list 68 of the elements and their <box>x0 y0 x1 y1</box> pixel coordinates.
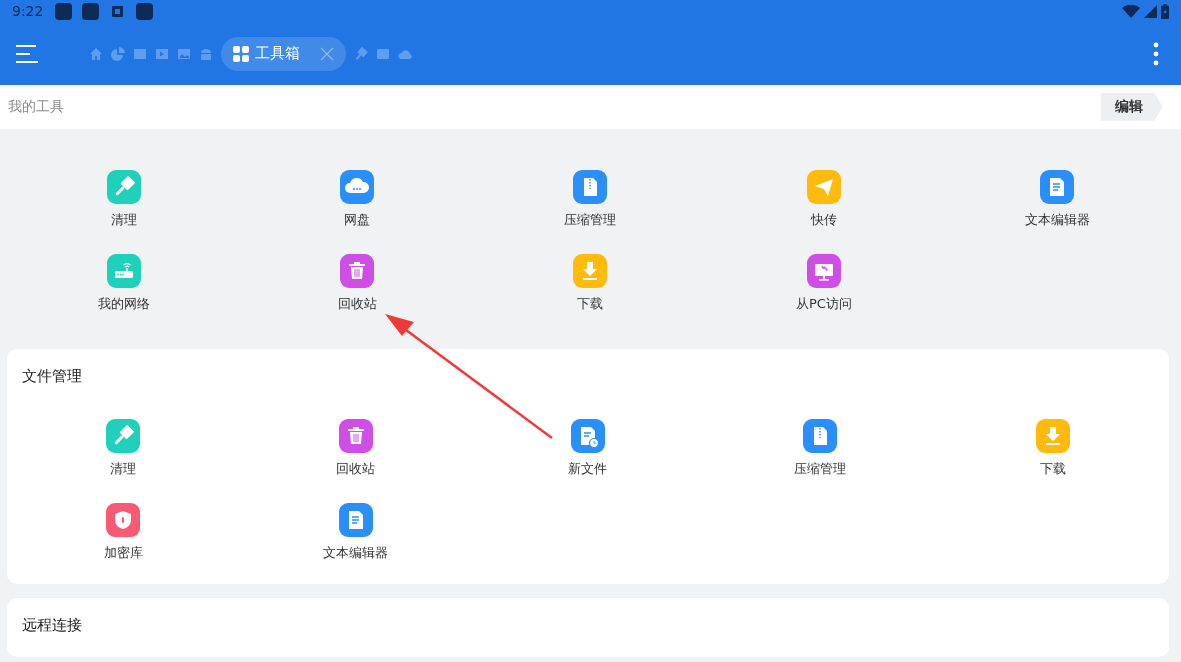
tool-label: 新文件 <box>568 460 608 478</box>
notification-icon <box>55 2 73 20</box>
video-tab-icon[interactable] <box>155 46 169 61</box>
tool-item[interactable]: 回收站 <box>240 254 474 313</box>
tool-item[interactable]: 压缩管理 <box>473 170 708 229</box>
tool-item[interactable]: 下载 <box>936 419 1169 478</box>
tool-label: 下载 <box>1039 460 1066 478</box>
tool-item[interactable]: 文本编辑器 <box>239 503 472 562</box>
download-icon <box>573 254 608 288</box>
download-icon <box>1035 419 1070 453</box>
section-title: 远程连接 <box>21 616 83 635</box>
wifi-icon <box>1122 4 1140 18</box>
brush-icon <box>106 170 141 204</box>
tool-label: 下载 <box>577 295 604 313</box>
image-tab-icon[interactable] <box>177 46 191 61</box>
tool-label: 快传 <box>810 211 837 229</box>
tool-item[interactable]: 清理 <box>7 170 241 229</box>
section-title: 我的工具 <box>8 98 64 116</box>
notification-icon <box>82 2 100 20</box>
tool-item[interactable]: 网盘 <box>240 170 474 229</box>
tool-label: 我的网络 <box>97 295 150 313</box>
tool-label: 文本编辑器 <box>1024 211 1090 229</box>
edit-button[interactable]: 编辑 <box>1101 93 1163 121</box>
tool-label: 清理 <box>110 460 137 478</box>
battery-icon <box>1161 3 1169 19</box>
zip-file-icon <box>573 170 608 204</box>
section-title: 文件管理 <box>21 367 83 386</box>
signal-icon <box>1144 4 1157 18</box>
tool-label: 回收站 <box>337 295 377 313</box>
tool-item[interactable]: 加密库 <box>7 503 240 562</box>
broom-tab-icon[interactable] <box>354 46 368 61</box>
tool-item[interactable]: 新文件 <box>471 419 705 478</box>
document-icon <box>338 503 373 537</box>
tool-item[interactable]: 我的网络 <box>7 254 241 313</box>
document-clock-icon <box>571 419 605 453</box>
router-icon <box>106 254 141 288</box>
close-icon[interactable] <box>320 46 334 61</box>
home-tab-icon[interactable] <box>89 46 103 61</box>
tool-label: 压缩管理 <box>794 460 847 478</box>
tool-item[interactable]: 文本编辑器 <box>940 170 1174 229</box>
cloud-icon <box>340 170 375 204</box>
notification-icon <box>136 2 154 20</box>
tool-item[interactable]: 下载 <box>473 254 708 313</box>
document-icon <box>1040 170 1075 204</box>
shield-icon <box>106 503 141 537</box>
trash-icon <box>338 419 373 453</box>
tool-label: 清理 <box>110 211 137 229</box>
tool-item[interactable]: 从PC访问 <box>707 254 941 313</box>
tool-item[interactable]: 清理 <box>7 419 240 478</box>
menu-icon[interactable] <box>15 42 39 65</box>
monitor-icon <box>806 254 841 288</box>
paper-plane-icon <box>806 170 841 204</box>
tool-label: 压缩管理 <box>564 211 617 229</box>
tool-label: 网盘 <box>344 211 371 229</box>
tool-label: 回收站 <box>336 460 376 478</box>
tool-item[interactable]: 压缩管理 <box>704 419 937 478</box>
tool-label: 从PC访问 <box>795 295 852 313</box>
trash-icon <box>340 254 375 288</box>
brush-icon <box>106 419 141 453</box>
tool-item[interactable]: 回收站 <box>239 419 472 478</box>
chart-tab-icon[interactable] <box>111 46 125 61</box>
tool-label: 文本编辑器 <box>323 544 389 562</box>
more-options-icon[interactable] <box>1153 41 1159 66</box>
grid-icon <box>233 45 249 62</box>
tool-label: 加密库 <box>103 544 143 562</box>
zip-file-icon <box>803 419 838 453</box>
status-time: 9:22 <box>12 3 44 19</box>
tool-item[interactable]: 快传 <box>707 170 941 229</box>
